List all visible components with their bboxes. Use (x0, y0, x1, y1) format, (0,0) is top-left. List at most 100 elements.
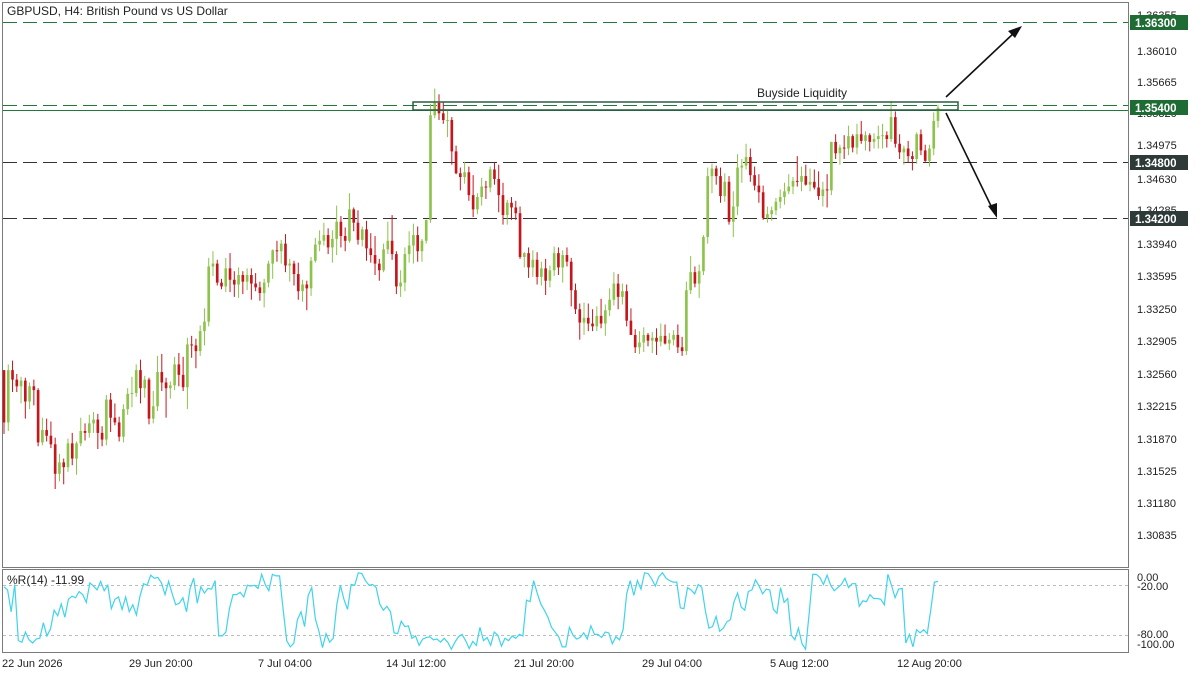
candle-body (817, 187, 820, 197)
candle-body (41, 430, 44, 443)
candle-body (105, 399, 108, 440)
candle-body (130, 392, 134, 394)
candle-body (126, 393, 130, 410)
candle-body (663, 335, 667, 344)
candle-body (190, 344, 193, 346)
candle-body (19, 380, 23, 387)
candle-body (770, 210, 773, 215)
candle-body (586, 317, 590, 324)
price-tick-label: 1.31180 (1137, 498, 1176, 510)
candle-body (531, 259, 535, 268)
candle-body (284, 243, 287, 266)
candle-body (685, 290, 688, 352)
candle-body (736, 167, 739, 207)
candle-body (812, 181, 816, 188)
candle-body (271, 250, 275, 264)
price-tick-label: 1.32905 (1137, 336, 1177, 348)
candle-body (667, 339, 671, 344)
candle-body (348, 209, 351, 241)
candle-body (58, 462, 61, 474)
candle-body (220, 282, 223, 287)
candle-body (49, 435, 53, 445)
candle-body (723, 181, 727, 197)
candle-body (156, 372, 159, 407)
candle-body (211, 263, 215, 267)
candle-body (604, 310, 607, 324)
candle-body (676, 334, 680, 348)
candle-body (902, 148, 906, 153)
candle-body (919, 134, 923, 151)
time-tick-label: 21 Jul 20:00 (514, 658, 574, 670)
candle-body (719, 176, 722, 197)
candle-body (727, 181, 731, 222)
candle-body (766, 214, 769, 218)
candle-body (923, 150, 927, 161)
candle-body (28, 386, 31, 402)
candle-body (343, 236, 347, 241)
candle-body (834, 141, 837, 154)
candle-body (62, 462, 66, 468)
bearish-projection-arrow[interactable] (945, 112, 994, 211)
candle-body (79, 430, 83, 444)
candle-body (339, 221, 343, 237)
candle-body (911, 156, 914, 159)
time-tick-label: 7 Jul 04:00 (258, 658, 312, 670)
candle-body (616, 283, 620, 297)
candle-body (318, 240, 321, 245)
candle-body (335, 221, 338, 239)
candle-body (360, 229, 364, 240)
candle-body (382, 249, 385, 271)
candle-body (569, 261, 573, 291)
price-tick-label: 1.35665 (1137, 77, 1177, 89)
candle-body (714, 168, 718, 177)
candle-body (433, 102, 437, 116)
candle-body (838, 147, 842, 154)
candle-body (87, 423, 91, 433)
candlestick-series (2, 88, 940, 490)
level-badge-label: 1.36300 (1135, 18, 1177, 30)
candle-body (288, 263, 292, 266)
candle-body (510, 202, 513, 208)
candle-body (825, 189, 829, 191)
price-axis: 1.36355 1.36010 1.35665 1.35320 1.34975 … (1137, 10, 1177, 542)
candle-body (646, 334, 650, 341)
candle-body (731, 206, 735, 222)
price-tick-label: 1.33595 (1137, 271, 1177, 283)
candle-body (774, 201, 778, 211)
williams-r-panel: %R(14) -11.99 0.00 -20.00 -80.00 -100.00 (3, 571, 1174, 651)
candle-body (761, 192, 765, 218)
price-tick-label: 1.30835 (1137, 530, 1177, 542)
candle-body (228, 268, 232, 280)
candle-body (395, 254, 398, 287)
candle-body (851, 136, 855, 148)
time-tick-label: 29 Jun 20:00 (129, 658, 193, 670)
candle-body (267, 263, 270, 283)
candle-body (565, 255, 569, 262)
candle-body (915, 134, 918, 159)
candle-body (143, 379, 147, 389)
candle-body (894, 117, 897, 144)
candle-body (808, 181, 812, 185)
candle-body (706, 176, 710, 237)
candle-body (633, 334, 637, 348)
price-tick-label: 1.36010 (1137, 46, 1177, 58)
candle-body (198, 331, 202, 352)
candle-body (591, 323, 594, 327)
time-tick-label: 29 Jul 04:00 (642, 658, 702, 670)
candle-body (544, 268, 547, 281)
candle-body (83, 430, 87, 433)
candle-body (906, 148, 910, 157)
candle-body (164, 382, 168, 389)
candle-body (672, 334, 675, 340)
candle-body (96, 419, 100, 433)
candle-body (36, 390, 40, 443)
candle-body (390, 240, 394, 255)
bullish-projection-arrow[interactable] (945, 31, 1016, 98)
candle-body (100, 432, 104, 440)
candle-body (484, 186, 488, 188)
candle-body (139, 370, 142, 389)
candle-body (787, 186, 791, 192)
price-tick-label: 1.31525 (1137, 466, 1177, 478)
indicator-title: %R(14) -11.99 (7, 573, 84, 587)
candle-body (480, 186, 483, 198)
